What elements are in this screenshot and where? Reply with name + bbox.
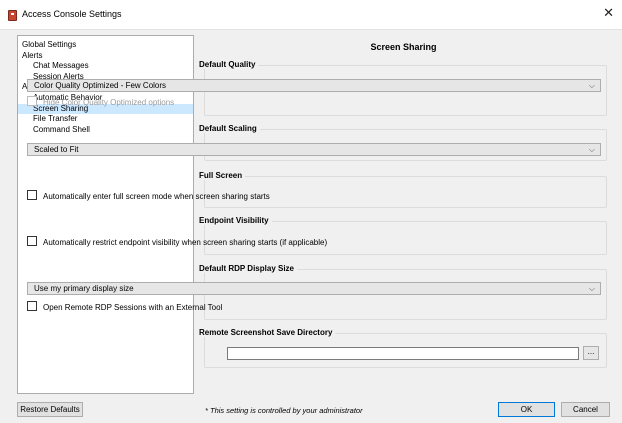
admin-note: * This setting is controlled by your adm… <box>205 406 363 415</box>
rdp-external-tool-option[interactable]: Open Remote RDP Sessions with an Externa… <box>27 301 222 313</box>
chevron-down-icon: ⌵ <box>588 145 595 154</box>
default-quality-value: Color Quality Optimized - Few Colors <box>34 81 167 90</box>
screenshot-dir-input[interactable] <box>227 347 579 360</box>
endpoint-visibility-option[interactable]: Automatically restrict endpoint visibili… <box>27 236 327 248</box>
hide-color-quality-checkbox[interactable] <box>27 96 37 106</box>
rdp-display-label: Default RDP Display Size <box>199 264 297 273</box>
page-title: Screen Sharing <box>370 42 437 52</box>
title-bar: Access Console Settings ✕ <box>0 0 622 30</box>
full-screen-label: Full Screen <box>199 171 246 180</box>
default-quality-select[interactable]: Color Quality Optimized - Few Colors ⌵ <box>27 79 601 92</box>
hide-color-quality-label: Hide Color Quality Optimized options <box>43 98 175 107</box>
sidebar-item-global-settings[interactable]: Global Settings <box>18 40 193 51</box>
default-scaling-value: Scaled to Fit <box>34 145 79 154</box>
rdp-display-select[interactable]: Use my primary display size ⌵ <box>27 282 601 295</box>
sidebar-item-file-transfer[interactable]: File Transfer <box>18 114 193 125</box>
window-title: Access Console Settings <box>22 9 122 19</box>
sidebar-item-chat-messages[interactable]: Chat Messages <box>18 61 193 72</box>
default-scaling-label: Default Scaling <box>199 124 260 133</box>
browse-button[interactable]: ... <box>583 346 599 360</box>
ok-button[interactable]: OK <box>498 402 555 417</box>
endpoint-visibility-checkbox[interactable] <box>27 236 37 246</box>
sidebar-item-command-shell[interactable]: Command Shell <box>18 125 193 136</box>
endpoint-visibility-checkbox-label: Automatically restrict endpoint visibili… <box>43 238 328 247</box>
endpoint-visibility-label: Endpoint Visibility <box>199 216 272 225</box>
cancel-button[interactable]: Cancel <box>561 402 610 417</box>
default-quality-label: Default Quality <box>199 60 259 69</box>
screenshot-dir-label: Remote Screenshot Save Directory <box>199 328 336 337</box>
sidebar-item-alerts[interactable]: Alerts <box>18 51 193 62</box>
hide-color-quality-option[interactable]: Hide Color Quality Optimized options <box>27 96 174 108</box>
app-icon <box>8 10 17 21</box>
restore-defaults-button[interactable]: Restore Defaults <box>17 402 83 417</box>
full-screen-checkbox[interactable] <box>27 190 37 200</box>
default-scaling-select[interactable]: Scaled to Fit ⌵ <box>27 143 601 156</box>
chevron-down-icon: ⌵ <box>588 81 595 90</box>
rdp-external-tool-label: Open Remote RDP Sessions with an Externa… <box>43 303 223 312</box>
close-icon[interactable]: ✕ <box>603 6 614 20</box>
full-screen-option[interactable]: Automatically enter full screen mode whe… <box>27 190 270 202</box>
full-screen-checkbox-label: Automatically enter full screen mode whe… <box>43 192 270 201</box>
rdp-display-value: Use my primary display size <box>34 284 134 293</box>
rdp-external-tool-checkbox[interactable] <box>27 301 37 311</box>
chevron-down-icon: ⌵ <box>588 284 595 293</box>
